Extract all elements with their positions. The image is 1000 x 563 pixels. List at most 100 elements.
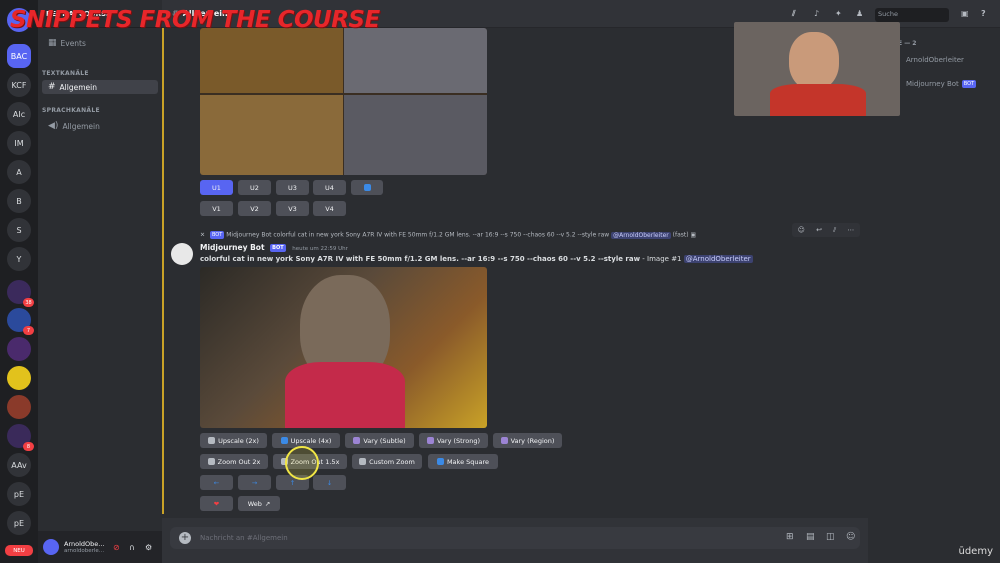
button-label: Make Square [446, 457, 490, 466]
member-item[interactable]: Midjourney Bot BOT [906, 80, 977, 88]
server-icon[interactable]: A [7, 160, 31, 184]
channel-sidebar: BEST AI COURSE ▦ Events TEXTKANÄLE # Allge… [38, 0, 162, 563]
reroll-button[interactable] [351, 180, 383, 195]
upscaled-image[interactable] [200, 267, 487, 428]
pin-icon[interactable]: ✦ [835, 9, 842, 18]
status-badge: NEU [5, 545, 33, 556]
make-square-button[interactable]: Make Square [428, 454, 498, 469]
channel-allgemein[interactable]: # Allgemein [42, 80, 158, 94]
server-icon-purple[interactable] [7, 337, 31, 361]
reroll-icon [363, 184, 371, 191]
udemy-watermark: ūdemy [958, 546, 994, 557]
external-link-icon: ↗ [264, 499, 271, 508]
web-link-button[interactable]: Web ↗ [238, 496, 280, 511]
server-icon[interactable]: AIc [7, 102, 31, 126]
server-icon-face[interactable] [7, 395, 31, 419]
threads-icon[interactable]: ⫽ [792, 9, 796, 19]
pan-left-button[interactable]: ← [200, 475, 233, 490]
reply-avatar-icon: ✕ [200, 231, 206, 239]
author-name[interactable]: Midjourney Bot [200, 243, 265, 252]
pan-down-button[interactable]: ↓ [313, 475, 346, 490]
webcam-overlay [734, 22, 900, 116]
vary-strong-button[interactable]: Vary (Strong) [419, 433, 488, 448]
upscale-u1-button[interactable]: U1 [200, 180, 233, 195]
server-icon[interactable]: B [7, 189, 31, 213]
voice-category[interactable]: SPRACHKANÄLE [42, 107, 100, 114]
events-link[interactable]: ▦ Events [42, 36, 158, 50]
variation-v3-button[interactable]: V3 [276, 201, 309, 216]
button-label: Zoom Out 2x [217, 457, 261, 466]
inbox-icon[interactable]: ▣ [961, 9, 969, 18]
speaker-icon: ◀) [48, 121, 59, 131]
hash-icon: # [48, 82, 56, 92]
unread-badge: 8 [23, 442, 34, 451]
mute-icon[interactable]: ⊘ [113, 543, 120, 552]
server-icon-aaa[interactable]: 38 [7, 280, 34, 307]
member-item[interactable]: ArnoldOberleiter [906, 56, 964, 64]
variation-v1-button[interactable]: V1 [200, 201, 233, 216]
gear-icon[interactable]: ⚙ [145, 543, 152, 552]
upscale-u4-button[interactable]: U4 [313, 180, 346, 195]
server-icon[interactable]: IM [7, 131, 31, 155]
cat-jacket-shape [285, 362, 405, 428]
message-mention[interactable]: @ArnoldOberleiter [683, 255, 753, 263]
emoji-icon[interactable]: ☺ [846, 532, 855, 542]
gift-icon[interactable]: ⊞ [786, 532, 794, 542]
reply-mention[interactable]: @ArnoldOberleiter [611, 231, 671, 239]
message-input[interactable]: Nachricht an #Allgemein [170, 527, 860, 549]
mention-highlight-bar [162, 28, 164, 514]
vary-subtle-button[interactable]: Vary (Subtle) [345, 433, 414, 448]
server-icon-yellow[interactable] [7, 366, 31, 390]
pan-right-button[interactable]: → [238, 475, 271, 490]
variation-v2-button[interactable]: V2 [238, 201, 271, 216]
zoom-out-2x-button[interactable]: Zoom Out 2x [200, 454, 268, 469]
image-label: - Image #1 [642, 255, 682, 263]
bot-tag: BOT [209, 231, 225, 239]
prompt-text: colorful cat in new york Sony A7R IV wit… [200, 255, 641, 263]
channel-label: Allgemein [59, 82, 97, 92]
plus-icon[interactable]: + [179, 532, 191, 544]
button-label: Upscale (4x) [290, 436, 332, 445]
text-category[interactable]: TEXTKANÄLE [42, 70, 89, 77]
upscale-u2-button[interactable]: U2 [238, 180, 271, 195]
message-toolbar: ☺ ↩ ⫽ ⋯ [792, 223, 860, 237]
reply-icon[interactable]: ↩ [816, 226, 822, 234]
voice-channel-allgemein[interactable]: ◀) Allgemein [42, 119, 158, 133]
avatar[interactable] [43, 539, 59, 555]
server-icon[interactable]: Y [7, 247, 31, 271]
favorite-button[interactable]: ❤ [200, 496, 233, 511]
server-icon-planet[interactable]: 8 [7, 424, 34, 451]
variation-v4-button[interactable]: V4 [313, 201, 346, 216]
avatar[interactable] [171, 243, 193, 265]
search-input[interactable]: Suche [875, 8, 949, 22]
server-icon[interactable]: pE [7, 511, 31, 535]
vary-region-button[interactable]: Vary (Region) [493, 433, 562, 448]
more-icon[interactable]: ⋯ [847, 226, 854, 234]
server-icon[interactable]: S [7, 218, 31, 242]
server-icon[interactable]: pE [7, 482, 31, 506]
gif-icon[interactable]: ▤ [806, 532, 815, 542]
image-grid[interactable] [200, 28, 487, 175]
headphones-icon[interactable]: ∩ [129, 543, 135, 552]
thread-icon[interactable]: ⫽ [833, 226, 836, 235]
reply-text: Midjourney Bot colorful cat in new york … [226, 231, 610, 239]
magnifier-icon [359, 458, 367, 465]
reaction-icon[interactable]: ☺ [798, 226, 805, 234]
server-icon[interactable]: KCF [7, 73, 31, 97]
upscale-icon [280, 437, 288, 444]
server-icon[interactable]: BAC [7, 44, 31, 68]
reply-reference[interactable]: ✕ BOT Midjourney Bot colorful cat in new… [200, 231, 760, 239]
grid-image-2 [344, 28, 487, 93]
presenter-face-shape [789, 32, 839, 90]
server-icon[interactable]: AAv [7, 453, 31, 477]
sticker-icon[interactable]: ◫ [826, 532, 835, 542]
server-icon-blue[interactable]: 7 [7, 308, 34, 335]
bell-icon[interactable]: ♪ [814, 9, 819, 18]
paintbrush-icon [500, 437, 508, 444]
button-label: Vary (Region) [510, 436, 555, 445]
members-icon[interactable]: ♟ [856, 9, 863, 18]
upscale-u3-button[interactable]: U3 [276, 180, 309, 195]
custom-zoom-button[interactable]: Custom Zoom [352, 454, 422, 469]
help-icon[interactable]: ? [981, 9, 986, 18]
upscale-2x-button[interactable]: Upscale (2x) [200, 433, 267, 448]
